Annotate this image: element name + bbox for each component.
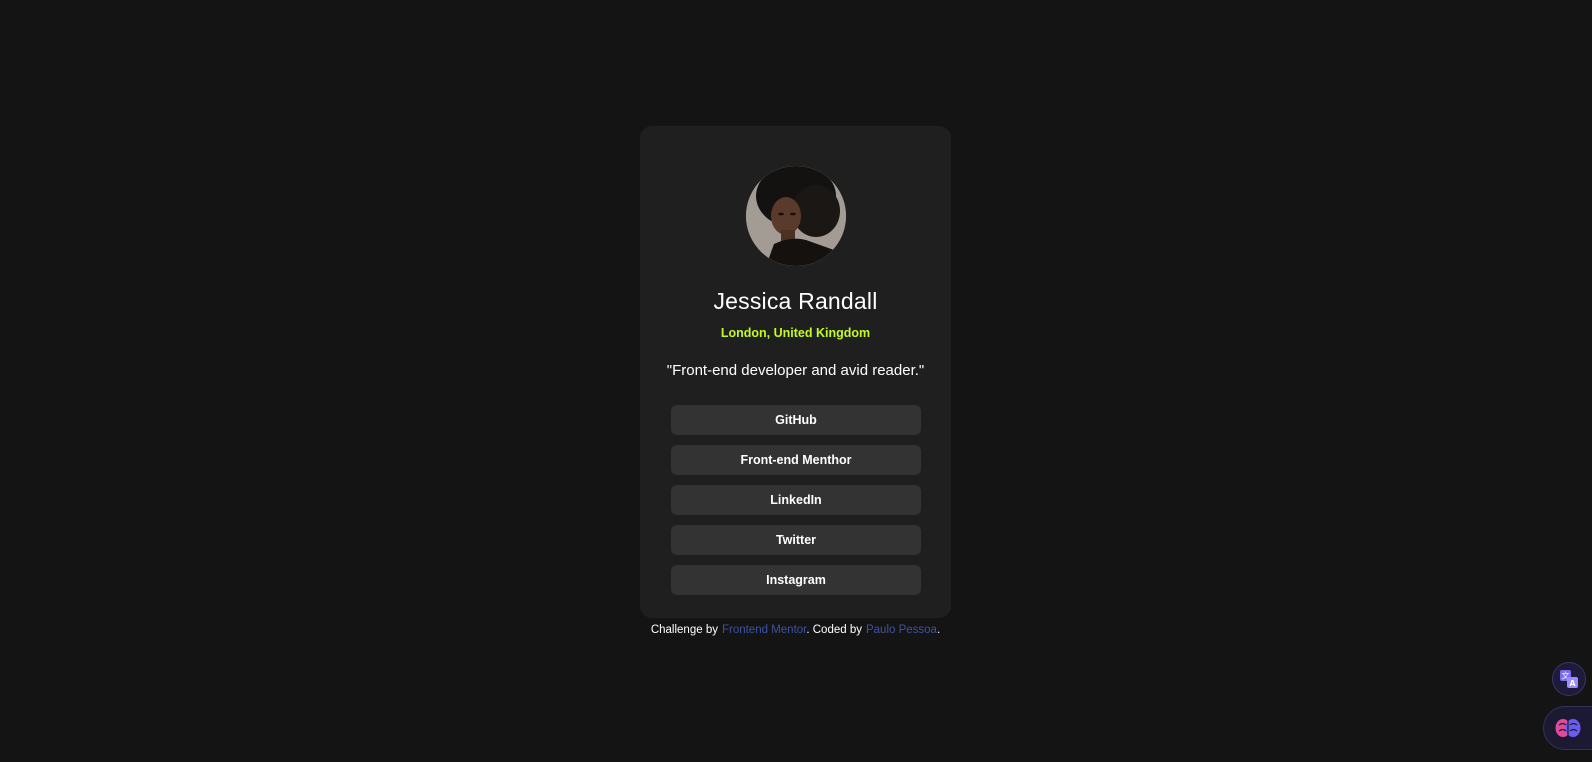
footer-suffix: . — [936, 624, 941, 636]
linkedin-link-button[interactable]: LinkedIn — [671, 485, 921, 515]
github-link-button[interactable]: GitHub — [671, 405, 921, 435]
avatar-image — [746, 166, 846, 266]
frontend-mentor-link-button[interactable]: Front-end Menthor — [671, 445, 921, 475]
footer-prefix: Challenge by — [650, 624, 718, 636]
profile-name: Jessica Randall — [713, 288, 878, 314]
author-link[interactable]: Paulo Pessoa — [866, 624, 937, 636]
brain-icon — [1555, 719, 1581, 737]
assistant-button[interactable] — [1543, 706, 1592, 750]
page: Jessica Randall London, United Kingdom "… — [0, 0, 1592, 762]
profile-card: Jessica Randall London, United Kingdom "… — [640, 126, 951, 618]
social-links: GitHub Front-end Menthor LinkedIn Twitte… — [671, 405, 921, 605]
twitter-link-button[interactable]: Twitter — [671, 525, 921, 555]
translate-button[interactable]: 文 A — [1552, 662, 1586, 696]
profile-location: London, United Kingdom — [720, 326, 871, 340]
svg-text:A: A — [1569, 679, 1576, 688]
instagram-link-button[interactable]: Instagram — [671, 565, 921, 595]
attribution-footer: Challenge by Frontend Mentor. Coded by Pau… — [640, 624, 951, 636]
profile-bio: "Front-end developer and avid reader." — [666, 362, 925, 379]
footer-middle: . Coded by — [806, 624, 862, 636]
frontend-mentor-link[interactable]: Frontend Mentor — [722, 624, 806, 636]
avatar — [746, 166, 846, 266]
translate-icon: 文 A — [1560, 670, 1578, 688]
